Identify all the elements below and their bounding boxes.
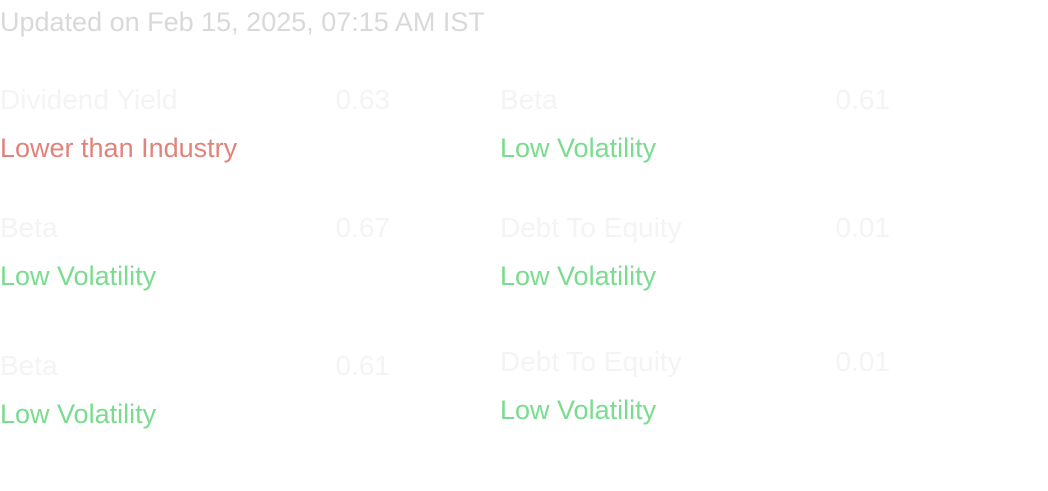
metric-name: Debt To Equity	[500, 212, 682, 243]
metric-name: Beta	[500, 84, 558, 115]
metric-card: Beta 0.61 Low Volatility	[500, 82, 891, 163]
stock-metrics-panel: Updated on Feb 15, 2025, 07:15 AM IST Di…	[0, 0, 1048, 491]
metric-name: Dividend Yield	[0, 84, 178, 115]
metric-name: Debt To Equity	[500, 346, 682, 377]
metric-status: Lower than Industry	[0, 133, 238, 163]
metric-name: Beta	[0, 212, 58, 243]
metric-value: 0.01	[835, 346, 891, 377]
metric-value: 0.01	[835, 212, 891, 243]
metric-card: Beta 0.67 Low Volatility	[0, 210, 391, 291]
metric-status: Low Volatility	[500, 133, 657, 163]
metric-card: Debt To Equity 0.01 Low Volatility	[500, 210, 891, 291]
metric-value: 0.63	[335, 84, 391, 115]
metric-status: Low Volatility	[0, 261, 157, 291]
updated-timestamp: Updated on Feb 15, 2025, 07:15 AM IST	[0, 7, 485, 37]
metric-value: 0.67	[335, 212, 391, 243]
metric-value: 0.61	[335, 350, 391, 381]
metric-status: Low Volatility	[500, 261, 657, 291]
metric-card: Beta 0.61 Low Volatility	[0, 348, 391, 429]
metric-status: Low Volatility	[500, 395, 657, 425]
metric-card: Dividend Yield 0.63 Lower than Industry	[0, 82, 391, 163]
metric-status: Low Volatility	[0, 399, 157, 429]
metric-value: 0.61	[835, 84, 891, 115]
metric-name: Beta	[0, 350, 58, 381]
metric-card: Debt To Equity 0.01 Low Volatility	[500, 344, 891, 425]
